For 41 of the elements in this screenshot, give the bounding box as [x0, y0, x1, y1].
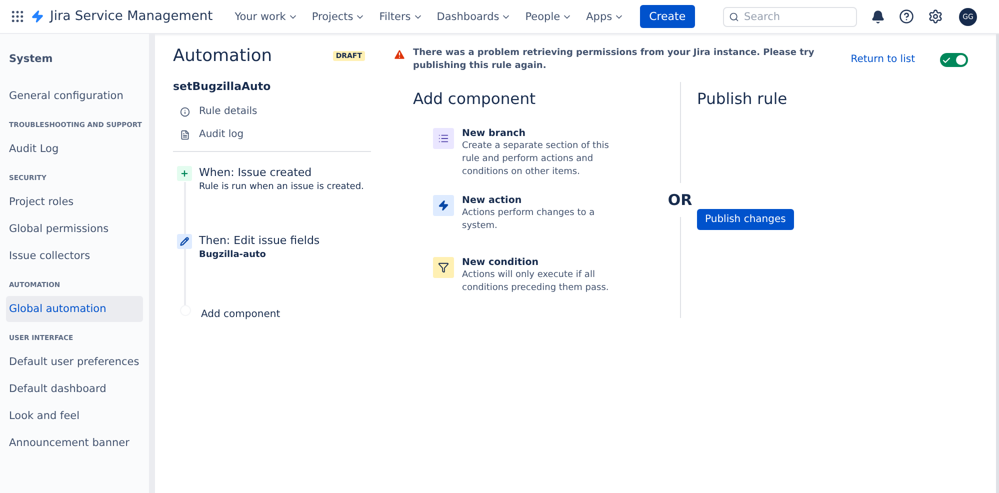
sidebar-title: System [8, 53, 54, 65]
sidebar-item[interactable]: Look and feel [6, 403, 143, 429]
nav-menu[interactable]: Apps [582, 6, 628, 26]
rule-name: setBugzillaAuto [173, 80, 272, 93]
nav-menu[interactable]: Your work [230, 6, 302, 26]
page-title: Automation [173, 46, 272, 66]
sidebar-item[interactable]: Project roles [6, 189, 143, 215]
sidebar-item[interactable]: Global automation [6, 296, 143, 322]
nav-menu[interactable]: Dashboards [432, 6, 516, 26]
sidebar-item[interactable]: Issue collectors [6, 243, 143, 269]
nav-menu[interactable]: Projects [308, 6, 370, 26]
section-title: Publish rule [697, 90, 788, 108]
step-detail: Rule is run when an issue is created. [199, 182, 364, 192]
nav-menu[interactable]: Filters [375, 6, 427, 26]
option-description: Actions will only execute if all conditions preceding them pass. [462, 269, 610, 295]
sidebar-item[interactable]: Announcement banner [6, 430, 143, 456]
option-title[interactable]: New action [462, 195, 627, 206]
publish-button[interactable]: Publish changes [697, 209, 794, 230]
option-description: Create a separate section of this rule and perform actions and conditions on other items. [462, 140, 610, 179]
sidebar-item[interactable]: Default dashboard [6, 376, 143, 402]
sidebar-item[interactable]: General configuration [6, 83, 143, 109]
option-description: Actions perform changes to a system. [462, 207, 596, 233]
sidebar-item[interactable]: Audit Log [6, 136, 143, 162]
step-title[interactable]: When: Issue created [199, 166, 364, 179]
section-title: Add component [413, 90, 537, 108]
sidebar-item[interactable]: Global permissions [6, 216, 143, 242]
search-field[interactable]: Search [723, 6, 857, 26]
nav-menu[interactable]: People [521, 6, 576, 26]
step-title[interactable]: Then: Edit issue fields [199, 234, 320, 247]
or-separator: OR [668, 190, 692, 211]
option-title[interactable]: New condition [462, 257, 627, 268]
product-name: Jira Service Management [50, 9, 213, 24]
add-component-link[interactable]: Add component [201, 309, 280, 320]
rule-link[interactable]: Rule details [199, 106, 258, 117]
error-message: There was a problem retrieving permissions from your Jira instance. Please try publishing this rule again. [413, 47, 816, 73]
option-title[interactable]: New branch [462, 128, 627, 139]
create-button[interactable]: Create [640, 5, 695, 28]
sidebar-item[interactable]: Default user preferences [6, 349, 143, 375]
return-link[interactable]: Return to list [850, 54, 915, 65]
step-detail: Bugzilla-auto [199, 250, 267, 260]
rule-link[interactable]: Audit log [199, 129, 244, 140]
